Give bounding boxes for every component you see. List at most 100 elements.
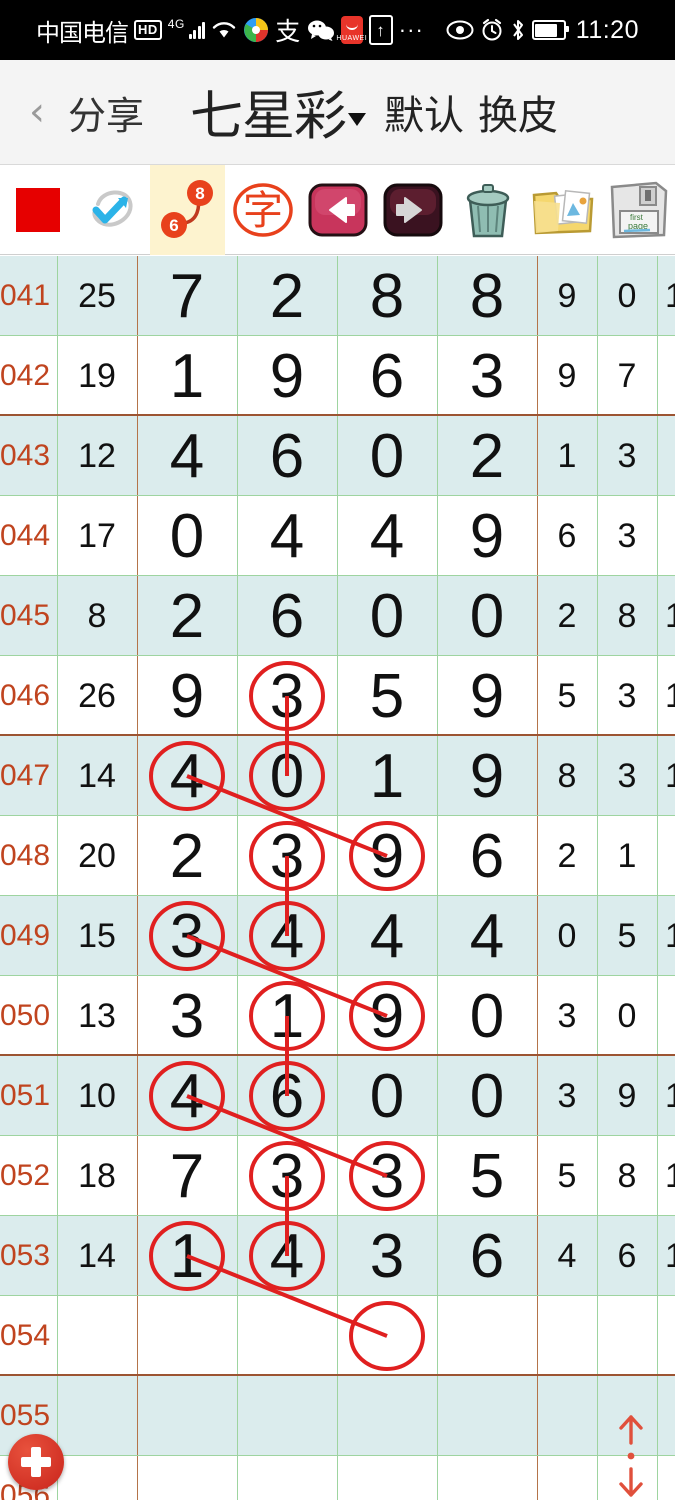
lottery-number-grid[interactable]: 041 25 7 2 8 8 9 0 1 042 19 1 9 6 3 9 7 043 12 4 6 0 2 1 3 044 17 0… [0, 256, 675, 1500]
column-divider [537, 1456, 538, 1500]
scroll-updown-control[interactable] [605, 1412, 657, 1500]
text-tool[interactable]: 字 [225, 165, 300, 255]
column-divider [537, 976, 538, 1054]
column-divider [137, 1376, 138, 1455]
scroll-arrows-icon [619, 1415, 643, 1497]
column-divider [137, 1136, 138, 1215]
column-divider [137, 416, 138, 495]
check-curve-tool[interactable] [75, 165, 150, 255]
default-skin-label[interactable]: 默认 [384, 83, 464, 141]
column-divider [657, 1376, 658, 1455]
column-divider [337, 816, 338, 895]
column-divider [137, 816, 138, 895]
row-sum-cell: 8 [87, 596, 107, 635]
table-row[interactable]: 054 [0, 1296, 675, 1376]
row-sum-cell: 15 [78, 916, 116, 955]
save-floppy-tool[interactable]: first page [600, 165, 675, 255]
color-swatch-tool[interactable] [0, 165, 75, 255]
column-divider [537, 816, 538, 895]
main-digit-cell: 3 [369, 1221, 405, 1291]
back-chevron-icon[interactable]: ‹ [14, 92, 60, 132]
main-digit-cell: 0 [369, 421, 405, 491]
main-digit-cell: 1 [369, 741, 405, 811]
redo-tool[interactable] [375, 165, 450, 255]
delete-trash-tool[interactable] [450, 165, 525, 255]
table-row[interactable]: 048 20 2 3 9 6 2 1 [0, 816, 675, 896]
table-row[interactable]: 044 17 0 4 4 9 6 3 [0, 496, 675, 576]
column-divider [437, 1456, 438, 1500]
main-digit-cell [337, 1456, 437, 1500]
main-digit-cell: 3 [269, 1141, 305, 1211]
table-row[interactable]: 047 14 4 0 1 9 8 3 1 [0, 736, 675, 816]
table-row[interactable]: 050 13 3 1 9 0 3 0 [0, 976, 675, 1056]
main-digit-cell: 0 [469, 1061, 505, 1131]
row-sum-cell: 13 [78, 996, 116, 1035]
column-divider [657, 1216, 658, 1295]
column-divider [437, 1296, 438, 1374]
column-divider [57, 976, 58, 1054]
change-skin-button[interactable]: 换皮 [478, 83, 558, 141]
table-row[interactable]: 041 25 7 2 8 8 9 0 1 [0, 256, 675, 336]
column-divider [337, 1376, 338, 1455]
share-button[interactable]: 分享 [68, 85, 144, 140]
extra-digit-cell: 0 [617, 996, 637, 1035]
column-divider [597, 496, 598, 575]
column-divider [597, 1456, 598, 1500]
extra-digit-cell: 1 [557, 436, 577, 475]
main-digit-cell: 0 [369, 581, 405, 651]
add-record-button[interactable] [8, 1434, 64, 1490]
column-divider [237, 1136, 238, 1215]
column-divider [337, 576, 338, 655]
main-digit-cell: 5 [469, 1141, 505, 1211]
main-digit-cell: 3 [369, 1141, 405, 1211]
row-sum-cell: 18 [78, 1156, 116, 1195]
main-digit-cell: 2 [169, 581, 205, 651]
table-row[interactable]: 049 15 3 4 4 4 0 5 1 [0, 896, 675, 976]
column-divider [57, 896, 58, 975]
table-row[interactable]: 052 18 7 3 3 5 5 8 1 [0, 1136, 675, 1216]
main-digit-cell: 3 [269, 661, 305, 731]
column-divider [437, 896, 438, 975]
column-divider [537, 736, 538, 815]
column-divider [137, 976, 138, 1054]
extra-digit-cell: 6 [557, 516, 577, 555]
table-row[interactable]: 042 19 1 9 6 3 9 7 [0, 336, 675, 416]
main-digit-cell: 8 [369, 261, 405, 331]
main-digit-cell [337, 1296, 437, 1376]
alarm-clock-icon [480, 18, 504, 42]
table-row[interactable]: 051 10 4 6 0 0 3 9 1 [0, 1056, 675, 1136]
table-row[interactable]: 046 26 9 3 5 9 5 3 1 [0, 656, 675, 736]
extra-digit-cell: 8 [557, 756, 577, 795]
table-row[interactable]: 056 [0, 1456, 675, 1500]
column-divider [597, 896, 598, 975]
title-dropdown[interactable]: 七星彩 [190, 74, 367, 150]
extra-digit-cell [657, 1376, 675, 1456]
open-gallery-tool[interactable] [525, 165, 600, 255]
red-color-swatch-icon [15, 187, 60, 232]
main-digit-cell: 4 [269, 501, 305, 571]
extra-digit-cell: 0 [557, 916, 577, 955]
column-divider [137, 896, 138, 975]
column-divider [57, 576, 58, 655]
main-digit-cell: 4 [169, 1061, 205, 1131]
undo-tool[interactable] [300, 165, 375, 255]
main-digit-cell: 0 [269, 741, 305, 811]
table-row[interactable]: 055 [0, 1376, 675, 1456]
extra-digit-cell: 9 [617, 1076, 637, 1115]
main-digit-cell: 2 [169, 821, 205, 891]
extra-digit-cell [657, 336, 675, 416]
connector-6-8-tool[interactable]: 8 6 [150, 164, 225, 255]
column-divider [337, 1296, 338, 1374]
main-digit-cell: 4 [369, 501, 405, 571]
extra-digit-cell: 3 [617, 436, 637, 475]
extra-digit-cell [657, 976, 675, 1056]
table-row[interactable]: 043 12 4 6 0 2 1 3 [0, 416, 675, 496]
extra-digit-cell [657, 496, 675, 576]
table-row[interactable]: 045 8 2 6 0 0 2 8 1 [0, 576, 675, 656]
main-digit-cell [437, 1456, 537, 1500]
column-divider [597, 576, 598, 655]
main-digit-cell: 4 [269, 901, 305, 971]
column-divider [237, 976, 238, 1054]
table-row[interactable]: 053 14 1 4 3 6 4 6 1 [0, 1216, 675, 1296]
column-divider [237, 1296, 238, 1374]
